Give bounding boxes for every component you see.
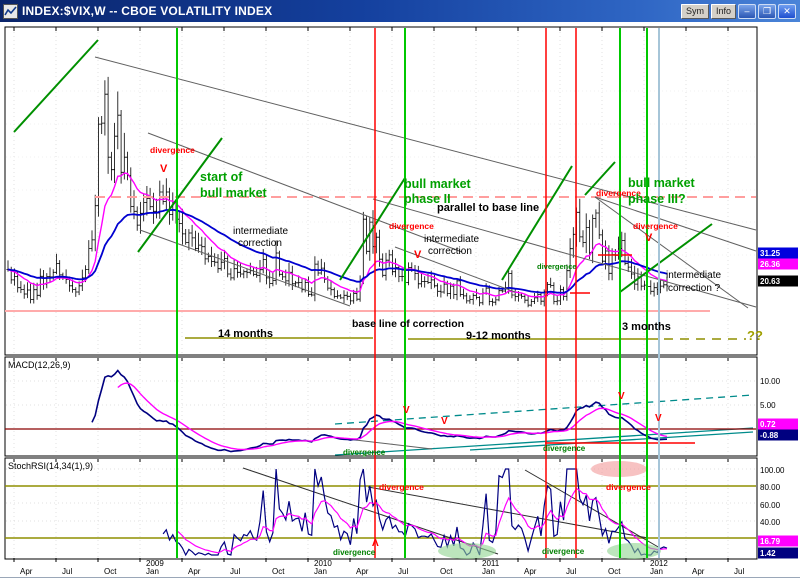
app-window: INDEX:$VIX,W -- CBOE VOLATILITY INDEX Sy… — [0, 0, 800, 578]
stoch-label-axis-text: 60.00 — [760, 501, 781, 510]
annotation-divergence: divergence — [606, 482, 651, 492]
annotation-v: V — [160, 163, 168, 175]
annotation-v: V — [441, 416, 448, 427]
annotation-intermediate: intermediate — [666, 270, 721, 281]
x-axis-month-label: Jan — [482, 567, 495, 576]
stoch-label-tag-text: 1.42 — [760, 549, 776, 558]
x-axis-month-label: Jan — [314, 567, 327, 576]
macd-label-tag-text: 0.72 — [760, 420, 776, 429]
x-axis-month-label: Jul — [62, 567, 72, 576]
x-axis-month-label: Jul — [566, 567, 576, 576]
annotation-??: ?? — [747, 328, 763, 343]
highlight-ellipse — [438, 543, 496, 559]
x-axis-month-label: Apr — [20, 567, 33, 576]
annotation-v: V — [645, 232, 653, 244]
annotation-divergence: divergence — [633, 221, 678, 231]
annotation-v: V — [618, 391, 625, 402]
annotation-v: V — [655, 413, 662, 424]
annotation-parallel-to-base-line: parallel to base line — [437, 202, 539, 214]
annotation-9-12-months: 9-12 months — [466, 330, 531, 342]
x-axis-month-label: Jan — [650, 567, 663, 576]
minimize-button[interactable]: – — [738, 4, 756, 19]
macd-panel-title: MACD(12,26,9) — [8, 360, 71, 370]
x-axis-month-label: Jul — [734, 567, 744, 576]
x-axis-month-label: Jan — [146, 567, 159, 576]
window-icon — [3, 4, 18, 19]
chart-svg: divergenceVstart ofbull marketintermedia… — [0, 22, 800, 577]
macd-label-axis-text: 10.00 — [760, 377, 781, 386]
stoch-label-axis-text: 40.00 — [760, 518, 781, 527]
stoch-panel-title: StochRSI(14,34(1),9) — [8, 461, 93, 471]
window-title: INDEX:$VIX,W -- CBOE VOLATILITY INDEX — [22, 4, 681, 18]
annotation-bull-market: bull market — [628, 176, 696, 190]
annotation-v: V — [403, 405, 410, 416]
close-button[interactable]: ✕ — [778, 4, 796, 19]
annotation-divergence: divergence — [389, 221, 434, 231]
x-axis-month-label: Oct — [440, 567, 453, 576]
x-axis-month-label: Oct — [608, 567, 621, 576]
annotation-14-months: 14 months — [218, 328, 273, 340]
x-axis-month-label: Oct — [272, 567, 285, 576]
annotation-divergence: divergence — [537, 262, 577, 271]
annotation-divergence: divergence — [379, 482, 424, 492]
stoch-label-tag-text: 16.79 — [760, 537, 781, 546]
x-axis-month-label: Apr — [692, 567, 705, 576]
annotation-phase-iii?: phase III? — [628, 192, 686, 206]
annotation-divergence: divergence — [543, 444, 586, 453]
x-axis-month-label: Jul — [230, 567, 240, 576]
x-axis-month-label: Apr — [356, 567, 369, 576]
annotation-base-line-of-correction: base line of correction — [352, 318, 464, 330]
price-label-tag-text: 20.63 — [760, 277, 781, 286]
macd-label-tag-text: -0.88 — [760, 431, 779, 440]
stoch-label-axis-text: 100.00 — [760, 466, 785, 475]
annotation-3-months: 3 months — [622, 321, 671, 333]
stoch-label-axis-text: 80.00 — [760, 483, 781, 492]
maximize-button[interactable]: ❐ — [758, 4, 776, 19]
info-button[interactable]: Info — [711, 4, 736, 19]
x-axis-month-label: Apr — [524, 567, 537, 576]
x-axis-month-label: Apr — [188, 567, 201, 576]
annotation-bull-market: bull market — [404, 177, 472, 191]
x-axis-month-label: Oct — [104, 567, 117, 576]
annotation-correction-?: correction ? — [668, 283, 721, 294]
annotation-start-of: start of — [200, 170, 243, 184]
annotation-divergence: divergence — [150, 145, 195, 155]
annotation-correction: correction — [428, 246, 472, 257]
x-axis-month-label: Jul — [398, 567, 408, 576]
price-label-tag-text: 31.25 — [760, 249, 781, 258]
annotation-intermediate: intermediate — [424, 234, 479, 245]
highlight-ellipse — [607, 543, 661, 559]
annotation-bull-market: bull market — [200, 186, 268, 200]
sym-button[interactable]: Sym — [681, 4, 709, 19]
window-title-bar: INDEX:$VIX,W -- CBOE VOLATILITY INDEX Sy… — [0, 0, 800, 22]
annotation-intermediate: intermediate — [233, 226, 288, 237]
annotation-divergence: divergence — [542, 547, 585, 556]
annotation-v: V — [414, 249, 422, 261]
price-label-tag-text: 26.36 — [760, 260, 781, 269]
annotation-divergence: divergence — [343, 448, 386, 457]
chart-area: divergenceVstart ofbull marketintermedia… — [0, 22, 800, 577]
annotation-correction: correction — [238, 238, 282, 249]
macd-label-axis-text: 5.00 — [760, 401, 776, 410]
annotation-divergence: divergence — [333, 548, 376, 557]
